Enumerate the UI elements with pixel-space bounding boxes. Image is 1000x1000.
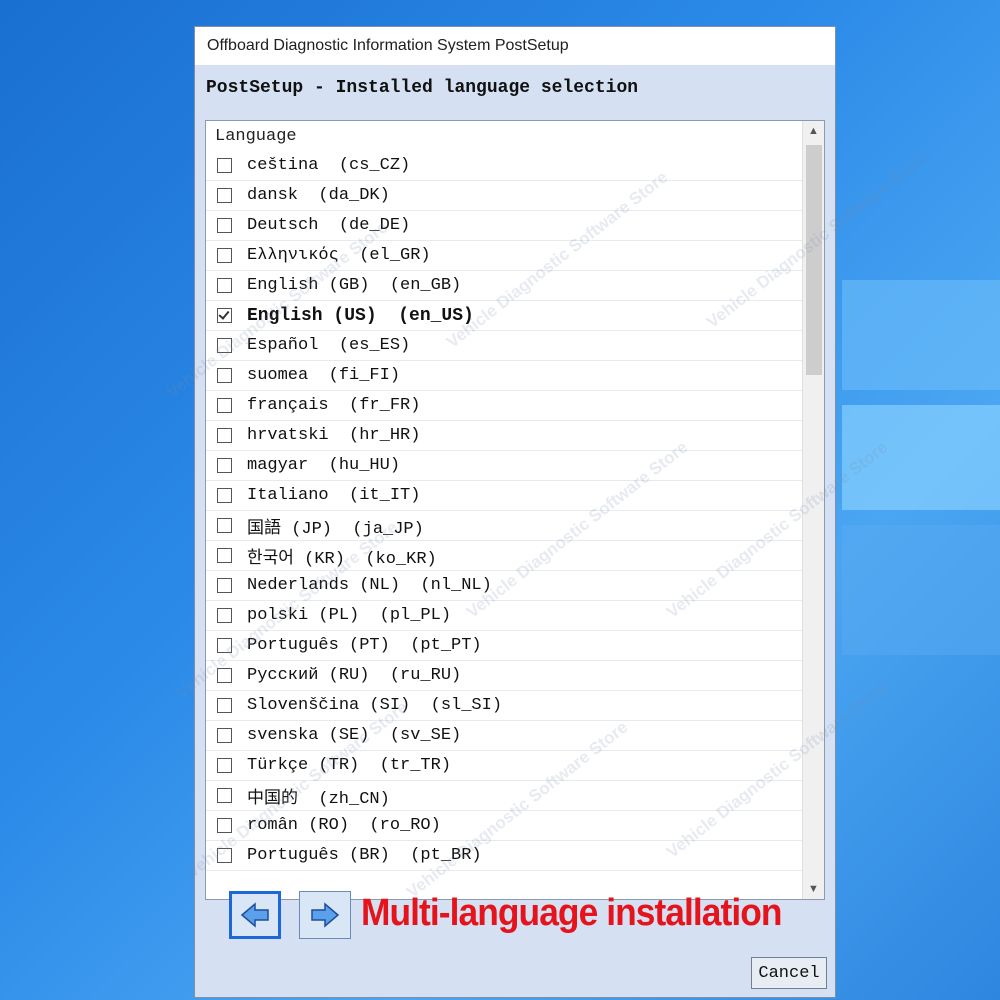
desktop-logo-pane bbox=[842, 405, 1000, 510]
scroll-down-icon[interactable]: ▼ bbox=[803, 879, 824, 899]
language-label: 한국어 (KR) (ko_KR) bbox=[247, 549, 437, 569]
language-label: suomea (fi_FI) bbox=[247, 366, 401, 385]
language-label: English (US) (en_US) bbox=[247, 305, 474, 326]
list-item[interactable]: Ελληνικός (el_GR) bbox=[206, 241, 802, 271]
language-label: Nederlands (NL) (nl_NL) bbox=[247, 576, 492, 595]
list-item[interactable]: Italiano (it_IT) bbox=[206, 481, 802, 511]
checkbox[interactable] bbox=[217, 818, 232, 833]
list-item[interactable]: Nederlands (NL) (nl_NL) bbox=[206, 571, 802, 601]
checkbox[interactable] bbox=[217, 458, 232, 473]
checkbox[interactable] bbox=[217, 728, 232, 743]
language-label: 中国的 (zh_CN) bbox=[247, 789, 390, 809]
language-label: Türkçe (TR) (tr_TR) bbox=[247, 756, 452, 775]
list-item[interactable]: Türkçe (TR) (tr_TR) bbox=[206, 751, 802, 781]
list-item[interactable]: 한국어 (KR) (ko_KR) bbox=[206, 541, 802, 571]
language-label: hrvatski (hr_HR) bbox=[247, 426, 421, 445]
language-label: français (fr_FR) bbox=[247, 396, 421, 415]
desktop-logo-pane bbox=[842, 525, 1000, 655]
language-label: English (GB) (en_GB) bbox=[247, 276, 462, 295]
list-item[interactable]: Português (BR) (pt_BR) bbox=[206, 841, 802, 871]
postsetup-window: Offboard Diagnostic Information System P… bbox=[194, 26, 836, 998]
list-item[interactable]: Deutsch (de_DE) bbox=[206, 211, 802, 241]
checkbox[interactable] bbox=[217, 578, 232, 593]
checkbox[interactable] bbox=[217, 488, 232, 503]
language-label: Italiano (it_IT) bbox=[247, 486, 421, 505]
list-item[interactable]: 国語 (JP) (ja_JP) bbox=[206, 511, 802, 541]
checkbox[interactable] bbox=[217, 608, 232, 623]
language-label: dansk (da_DK) bbox=[247, 186, 390, 205]
desktop-logo-pane bbox=[842, 280, 1000, 390]
language-label: ceština (cs_CZ) bbox=[247, 156, 411, 175]
list-item[interactable]: magyar (hu_HU) bbox=[206, 451, 802, 481]
language-label: Русский (RU) (ru_RU) bbox=[247, 666, 462, 685]
checkbox[interactable] bbox=[217, 698, 232, 713]
language-label: Português (PT) (pt_PT) bbox=[247, 636, 482, 655]
list-item[interactable]: English (US) (en_US) bbox=[206, 301, 802, 331]
left-arrow-icon bbox=[240, 902, 269, 928]
checkbox[interactable] bbox=[217, 518, 232, 533]
vertical-scrollbar[interactable]: ▲ ▼ bbox=[802, 121, 824, 899]
checkbox[interactable] bbox=[217, 788, 232, 803]
checkbox[interactable] bbox=[217, 398, 232, 413]
language-label: 国語 (JP) (ja_JP) bbox=[247, 519, 424, 539]
back-button[interactable] bbox=[229, 891, 281, 939]
list-item[interactable]: polski (PL) (pl_PL) bbox=[206, 601, 802, 631]
column-header-language: Language bbox=[215, 127, 297, 146]
forward-button[interactable] bbox=[299, 891, 351, 939]
scroll-up-icon[interactable]: ▲ bbox=[803, 121, 824, 141]
language-label: polski (PL) (pl_PL) bbox=[247, 606, 452, 625]
checkbox[interactable] bbox=[217, 218, 232, 233]
checkbox[interactable] bbox=[217, 368, 232, 383]
checkbox[interactable] bbox=[217, 848, 232, 863]
list-item[interactable]: dansk (da_DK) bbox=[206, 181, 802, 211]
checkbox[interactable] bbox=[217, 158, 232, 173]
list-item[interactable]: Português (PT) (pt_PT) bbox=[206, 631, 802, 661]
checkbox[interactable] bbox=[217, 548, 232, 563]
promo-banner-text: Multi-language installation bbox=[361, 892, 783, 934]
list-item[interactable]: français (fr_FR) bbox=[206, 391, 802, 421]
language-label: svenska (SE) (sv_SE) bbox=[247, 726, 462, 745]
list-item[interactable]: ceština (cs_CZ) bbox=[206, 151, 802, 181]
checkbox[interactable] bbox=[217, 278, 232, 293]
checkbox[interactable] bbox=[217, 668, 232, 683]
checkbox[interactable] bbox=[217, 188, 232, 203]
language-label: Português (BR) (pt_BR) bbox=[247, 846, 482, 865]
list-item[interactable]: suomea (fi_FI) bbox=[206, 361, 802, 391]
checkbox[interactable] bbox=[217, 638, 232, 653]
checkbox[interactable] bbox=[217, 758, 232, 773]
language-label: magyar (hu_HU) bbox=[247, 456, 401, 475]
right-arrow-icon bbox=[311, 902, 340, 928]
list-item[interactable]: svenska (SE) (sv_SE) bbox=[206, 721, 802, 751]
checkbox[interactable] bbox=[217, 248, 232, 263]
window-title: Offboard Diagnostic Information System P… bbox=[195, 27, 835, 65]
checkbox[interactable] bbox=[217, 338, 232, 353]
language-label: Slovenščina (SI) (sl_SI) bbox=[247, 696, 503, 715]
list-item[interactable]: hrvatski (hr_HR) bbox=[206, 421, 802, 451]
language-label: Deutsch (de_DE) bbox=[247, 216, 411, 235]
language-list: Language ceština (cs_CZ)dansk (da_DK) Deu… bbox=[206, 121, 802, 899]
language-label: Ελληνικός (el_GR) bbox=[247, 246, 431, 265]
list-item[interactable]: Русский (RU) (ru_RU) bbox=[206, 661, 802, 691]
cancel-button[interactable]: Cancel bbox=[751, 957, 827, 989]
list-item[interactable]: 中国的 (zh_CN) bbox=[206, 781, 802, 811]
page-header: PostSetup - Installed language selection bbox=[206, 78, 639, 98]
language-listbox[interactable]: Language ceština (cs_CZ)dansk (da_DK) Deu… bbox=[205, 120, 825, 900]
list-item[interactable]: Slovenščina (SI) (sl_SI) bbox=[206, 691, 802, 721]
checkbox[interactable] bbox=[217, 308, 232, 323]
scrollbar-thumb[interactable] bbox=[806, 145, 822, 375]
list-item[interactable]: English (GB) (en_GB) bbox=[206, 271, 802, 301]
list-item[interactable]: Español (es_ES) bbox=[206, 331, 802, 361]
list-item[interactable]: român (RO) (ro_RO) bbox=[206, 811, 802, 841]
language-label: Español (es_ES) bbox=[247, 336, 411, 355]
language-label: român (RO) (ro_RO) bbox=[247, 816, 441, 835]
checkbox[interactable] bbox=[217, 428, 232, 443]
